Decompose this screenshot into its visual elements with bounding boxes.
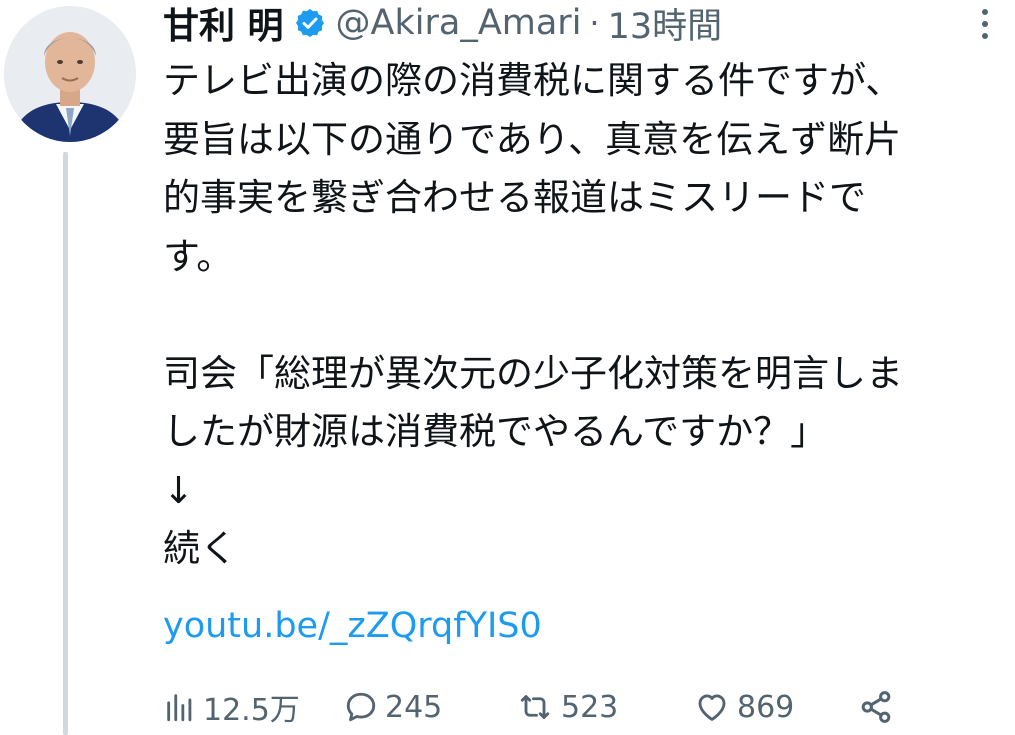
- action-bar: 12.5万 245 523 869: [163, 684, 923, 730]
- share-icon: [861, 691, 891, 723]
- like-count: 869: [737, 689, 795, 725]
- tweet-line: テレビ出演の際の消費税に関する件ですが、: [163, 59, 903, 102]
- separator-dot: ·: [589, 4, 600, 42]
- avatar-portrait: [4, 6, 136, 142]
- tweet-line: 続く: [163, 527, 237, 570]
- reply-button[interactable]: 245: [343, 689, 515, 725]
- tweet-line: ↓: [163, 468, 195, 512]
- reply-icon: [346, 692, 376, 722]
- retweet-icon: [520, 695, 550, 719]
- verified-badge-icon: [294, 7, 326, 39]
- tweet-timestamp[interactable]: 13時間: [608, 0, 723, 49]
- tweet-link[interactable]: youtu.be/_zZQrqfYIS0: [163, 606, 542, 646]
- author-handle[interactable]: @Akira_Amari: [336, 3, 582, 43]
- views-count: 12.5万: [203, 693, 300, 728]
- tweet-line: 的事実を繋ぎ合わせる報道はミスリードで: [163, 176, 866, 219]
- like-icon: [698, 694, 726, 721]
- views-button[interactable]: 12.5万: [163, 685, 343, 729]
- more-icon[interactable]: [969, 6, 1001, 42]
- share-button[interactable]: [857, 688, 895, 726]
- avatar[interactable]: [4, 6, 136, 142]
- like-button[interactable]: 869: [693, 689, 857, 725]
- tweet-line: [163, 286, 1008, 345]
- tweet-line: したが財源は消費税でやるんですか？」: [163, 410, 828, 453]
- tweet-line: 司会「総理が異次元の少子化対策を明言しま: [163, 351, 903, 395]
- views-icon: [167, 694, 192, 722]
- tweet-line: 要旨は以下の通りであり、真意を伝えず断片: [163, 117, 902, 161]
- reply-count: 245: [385, 689, 443, 725]
- tweet-text: テレビ出演の際の消費税に関する件ですが、 要旨は以下の通りであり、真意を伝えず断…: [163, 52, 1008, 579]
- retweet-button[interactable]: 523: [515, 689, 693, 725]
- tweet-line: す。: [163, 234, 234, 278]
- tweet-header: 甘利 明 @Akira_Amari · 13時間: [163, 0, 933, 49]
- author-name[interactable]: 甘利 明: [163, 0, 284, 49]
- thread-line: [63, 152, 68, 735]
- retweet-count: 523: [561, 689, 619, 725]
